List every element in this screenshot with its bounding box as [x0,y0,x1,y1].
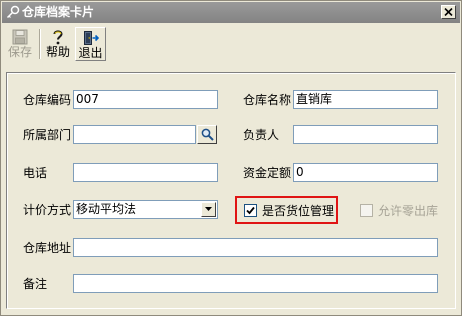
warehouse-name-label: 仓库名称 [243,93,292,107]
phone-input[interactable] [73,163,218,182]
phone-label: 电话 [23,166,48,180]
allow-zero-out-label: 允许零出库 [378,204,439,218]
address-input[interactable] [73,238,438,257]
toolbar: 保存 帮助 退出 [5,27,106,63]
warehouse-card-window: 仓库档案卡片 保存 帮助 退出 仓库编码 007 仓库名称 直销库 所属部门 负… [0,0,462,316]
remark-label: 备注 [23,277,48,291]
exit-button[interactable]: 退出 [75,27,106,61]
pricing-method-label: 计价方式 [23,203,72,217]
floppy-disk-icon [12,29,28,45]
help-question-icon [53,30,63,45]
dropdown-arrow[interactable] [201,202,216,217]
exit-door-icon [83,31,99,45]
location-managed-box[interactable] [244,204,257,217]
warehouse-name-input[interactable]: 直销库 [293,90,438,109]
title-bar[interactable]: 仓库档案卡片 [2,2,460,23]
magnifier-icon [201,128,214,141]
window-title: 仓库档案卡片 [22,5,95,19]
remark-input[interactable] [73,274,438,293]
address-label: 仓库地址 [23,241,72,255]
department-input[interactable] [73,125,196,144]
close-icon [444,8,453,16]
allow-zero-out-checkbox[interactable]: 允许零出库 [360,202,440,218]
manager-input[interactable] [293,125,438,144]
warehouse-code-label: 仓库编码 [23,93,72,107]
location-managed-label: 是否货位管理 [262,204,335,218]
save-label: 保存 [7,45,32,59]
department-label: 所属部门 [23,128,72,142]
allow-zero-out-box[interactable] [360,204,373,217]
help-label: 帮助 [45,45,70,59]
save-button[interactable]: 保存 [5,27,35,61]
help-button[interactable]: 帮助 [43,27,73,61]
fund-quota-input[interactable]: 0 [293,163,438,182]
manager-label: 负责人 [243,128,280,142]
checkmark-icon [246,206,255,215]
toolbar-separator [39,29,41,59]
pricing-method-select[interactable]: 移动平均法 [73,200,218,219]
close-button[interactable] [441,5,456,19]
pricing-method-value: 移动平均法 [76,202,137,216]
fund-quota-label: 资金定额 [243,166,292,180]
exit-label: 退出 [78,46,103,60]
warehouse-code-input[interactable]: 007 [73,90,218,109]
chevron-down-icon [205,207,212,211]
app-key-icon [6,5,20,19]
department-lookup-button[interactable] [197,125,217,144]
location-managed-checkbox[interactable]: 是否货位管理 [244,202,334,218]
